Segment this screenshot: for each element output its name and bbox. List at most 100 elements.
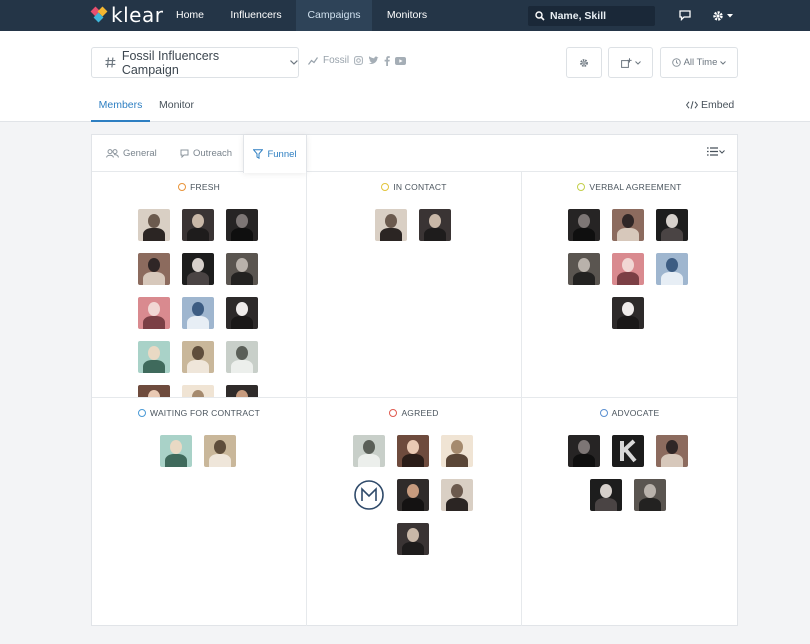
member-avatar[interactable]: [138, 253, 170, 285]
avatar-head-shape: [148, 214, 160, 228]
funnel-board: General Outreach Funnel FRESH IN CONTACT V…: [91, 134, 738, 626]
add-list-icon: [620, 57, 632, 68]
stage-status-dot-icon: [599, 409, 608, 417]
member-avatar[interactable]: [138, 385, 170, 397]
member-avatar[interactable]: [656, 435, 688, 467]
tab-monitor[interactable]: Monitor: [159, 93, 199, 122]
klear-logo[interactable]: klear: [90, 5, 163, 25]
stage-title: AGREED: [307, 408, 521, 418]
chat-icon[interactable]: [677, 7, 693, 24]
youtube-icon[interactable]: [395, 56, 407, 65]
avatar-head-shape: [236, 302, 248, 316]
member-avatar[interactable]: [138, 209, 170, 241]
member-avatar[interactable]: [612, 297, 644, 329]
member-avatar[interactable]: [138, 297, 170, 329]
campaign-selector[interactable]: Fossil Influencers Campaign: [91, 47, 299, 78]
stage-status-dot-icon: [381, 183, 390, 191]
member-avatar[interactable]: [182, 209, 214, 241]
time-filter-dropdown[interactable]: All Time: [660, 47, 738, 78]
member-avatar[interactable]: [612, 253, 644, 285]
stage-title-label: IN CONTACT: [393, 182, 447, 192]
tab-general[interactable]: General: [106, 135, 157, 172]
campaign-settings-button[interactable]: [566, 47, 602, 78]
member-avatar[interactable]: [568, 209, 600, 241]
avatar-body-shape: [446, 498, 468, 511]
stage-title-label: FRESH: [190, 182, 220, 192]
search-icon: [535, 11, 545, 21]
stage-title-label: VERBAL AGREEMENT: [589, 182, 682, 192]
stage-title: VERBAL AGREEMENT: [522, 182, 737, 192]
avatar-body-shape: [231, 316, 253, 329]
stage-title: ADVOCATE: [522, 408, 737, 418]
member-avatar[interactable]: [397, 479, 429, 511]
avatar-head-shape: [578, 440, 590, 454]
top-navbar: klear Home Influencers Campaigns Monitor…: [0, 0, 810, 31]
avatar-head-shape: [622, 302, 634, 316]
member-avatar[interactable]: [226, 209, 258, 241]
avatar-body-shape: [231, 272, 253, 285]
funnel-icon: [253, 149, 264, 159]
member-avatar[interactable]: [397, 523, 429, 555]
member-avatar[interactable]: [590, 479, 622, 511]
stage-column: IN CONTACT: [307, 172, 522, 398]
twitter-icon[interactable]: [368, 56, 379, 65]
settings-menu[interactable]: [709, 7, 735, 24]
member-avatar[interactable]: [656, 253, 688, 285]
avatar-head-shape: [236, 258, 248, 272]
member-avatar[interactable]: [182, 385, 214, 397]
code-icon: [686, 101, 698, 109]
view-options-button[interactable]: [707, 147, 725, 156]
member-avatar[interactable]: [656, 209, 688, 241]
member-avatar[interactable]: [182, 253, 214, 285]
nav-campaigns[interactable]: Campaigns: [296, 0, 372, 31]
nav-influencers[interactable]: Influencers: [220, 0, 292, 31]
chevron-down-icon: [720, 60, 727, 65]
search-input[interactable]: [550, 10, 645, 22]
member-avatar[interactable]: [612, 209, 644, 241]
stage-column: AGREED: [307, 398, 522, 626]
member-avatar[interactable]: [441, 435, 473, 467]
member-avatar[interactable]: [375, 209, 407, 241]
member-avatar[interactable]: [568, 253, 600, 285]
member-avatar[interactable]: [226, 253, 258, 285]
member-avatar[interactable]: [419, 209, 451, 241]
member-avatar[interactable]: [397, 435, 429, 467]
member-avatar[interactable]: [182, 297, 214, 329]
member-avatar[interactable]: [182, 341, 214, 373]
avatar-head-shape: [622, 258, 634, 272]
member-avatar[interactable]: [160, 435, 192, 467]
tab-outreach[interactable]: Outreach: [180, 135, 232, 172]
tab-funnel[interactable]: Funnel: [243, 135, 307, 173]
member-avatar-logo[interactable]: [353, 479, 385, 511]
avatar-head-shape: [666, 214, 678, 228]
member-avatar[interactable]: [204, 435, 236, 467]
brand-name[interactable]: Fossil: [323, 55, 349, 66]
avatar-head-shape: [407, 484, 419, 498]
avatar-head-shape: [192, 258, 204, 272]
add-members-button[interactable]: [608, 47, 653, 78]
avatar-head-shape: [214, 440, 226, 454]
member-avatar[interactable]: [226, 297, 258, 329]
member-avatar[interactable]: [634, 479, 666, 511]
tab-members[interactable]: Members: [91, 93, 150, 122]
member-avatar[interactable]: [226, 341, 258, 373]
member-avatar[interactable]: [226, 385, 258, 397]
instagram-icon[interactable]: [354, 56, 364, 65]
nav-home[interactable]: Home: [165, 0, 215, 31]
avatar-body-shape: [639, 498, 661, 511]
member-avatar[interactable]: [353, 435, 385, 467]
avatar-head-shape: [451, 484, 463, 498]
people-icon: [106, 149, 119, 158]
member-avatar[interactable]: [568, 435, 600, 467]
embed-button[interactable]: Embed: [686, 99, 734, 111]
stage-column: VERBAL AGREEMENT: [522, 172, 737, 398]
member-avatar[interactable]: [138, 341, 170, 373]
avatar-head-shape: [666, 258, 678, 272]
stage-title: IN CONTACT: [307, 182, 521, 192]
facebook-icon[interactable]: [384, 55, 390, 66]
logo-mark-icon: [90, 6, 108, 23]
avatar-head-shape: [429, 214, 441, 228]
nav-monitors[interactable]: Monitors: [376, 0, 438, 31]
member-avatar[interactable]: [441, 479, 473, 511]
member-avatar-letter[interactable]: [612, 435, 644, 467]
